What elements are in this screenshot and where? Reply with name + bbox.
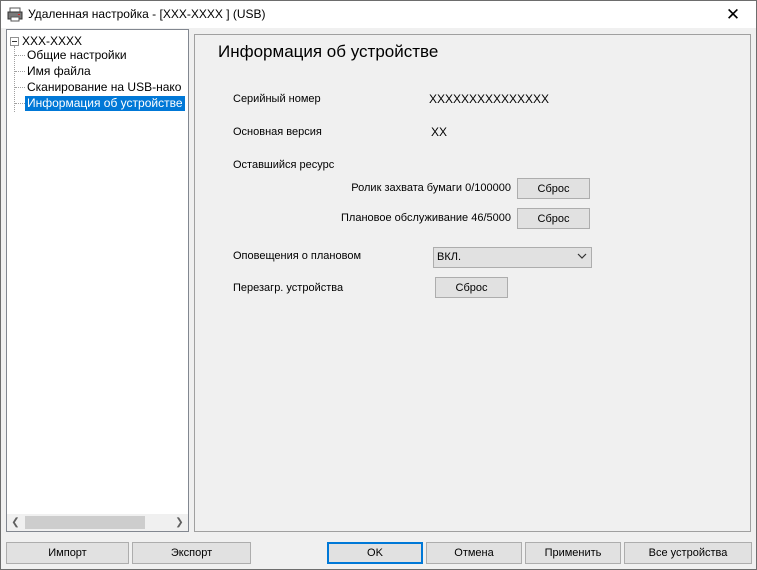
maintenance-notification-label: Оповещения о плановом xyxy=(233,250,362,262)
import-button[interactable]: Импорт xyxy=(6,542,129,564)
ok-button[interactable]: OK xyxy=(327,542,423,564)
tree-item-file-name[interactable]: Имя файла xyxy=(15,63,93,79)
tree-root-device[interactable]: XXX-XXXX xyxy=(10,34,82,48)
reset-pick-roller-button[interactable]: Сброс xyxy=(517,178,590,199)
page-title: Информация об устройстве xyxy=(218,42,439,61)
tree-branch-line xyxy=(15,70,25,72)
tree-item-general-settings[interactable]: Общие настройки xyxy=(15,47,129,63)
tree-branch-line xyxy=(15,102,25,104)
tree-branch-line xyxy=(15,54,25,56)
tree-item-device-info[interactable]: Информация об устройстве xyxy=(15,95,185,111)
serial-number-value: XXXXXXXXXXXXXXX xyxy=(429,92,550,106)
remaining-life-label: Оставшийся ресурс xyxy=(233,159,335,171)
reset-maintenance-button[interactable]: Сброс xyxy=(517,208,590,229)
device-reboot-label: Перезагр. устройства xyxy=(233,282,344,294)
tree-item-label: Информация об устройстве xyxy=(25,95,185,111)
pick-roller-counter: Ролик захвата бумаги 0/100000 xyxy=(351,182,511,194)
collapse-icon[interactable] xyxy=(10,36,19,46)
main-version-value: XX xyxy=(431,125,448,139)
chevron-down-icon xyxy=(577,253,587,259)
maintenance-notification-select[interactable]: ВКЛ. xyxy=(433,247,592,268)
tree-item-label: Сканирование на USB-нако xyxy=(27,79,182,94)
scrollbar-thumb[interactable] xyxy=(25,516,145,529)
device-info-panel: Информация об устройстве Серийный номер … xyxy=(194,34,751,532)
tree-item-scan-to-usb[interactable]: Сканирование на USB-нако xyxy=(15,79,183,95)
serial-number-label: Серийный номер xyxy=(233,93,321,105)
remote-setup-window: Удаленная настройка - [XXX-XXXX ] (USB) … xyxy=(0,0,757,570)
apply-button[interactable]: Применить xyxy=(525,542,621,564)
window-title: Удаленная настройка - [XXX-XXXX ] (USB) xyxy=(28,7,266,21)
export-button[interactable]: Экспорт xyxy=(132,542,251,564)
title-bar: Удаленная настройка - [XXX-XXXX ] (USB) … xyxy=(1,1,756,28)
scroll-right-icon[interactable]: ❯ xyxy=(171,514,188,531)
cancel-button[interactable]: Отмена xyxy=(426,542,522,564)
main-version-label: Основная версия xyxy=(233,126,322,138)
tree-horizontal-scrollbar[interactable]: ❮ ❯ xyxy=(7,514,188,531)
settings-tree[interactable]: XXX-XXXX Общие настройки Имя файла Скани… xyxy=(6,29,189,532)
select-value: ВКЛ. xyxy=(437,251,462,263)
tree-item-label: Общие настройки xyxy=(27,47,127,62)
maintenance-counter: Плановое обслуживание 46/5000 xyxy=(341,212,511,224)
close-icon[interactable]: ✕ xyxy=(710,1,756,28)
all-devices-button[interactable]: Все устройства xyxy=(624,542,752,564)
tree-branch-line xyxy=(15,86,25,88)
tree-root-label: XXX-XXXX xyxy=(22,34,83,48)
tree-item-label: Имя файла xyxy=(27,63,91,78)
printer-app-icon xyxy=(7,7,23,22)
scroll-left-icon[interactable]: ❮ xyxy=(7,514,24,531)
device-reboot-button[interactable]: Сброс xyxy=(435,277,508,298)
